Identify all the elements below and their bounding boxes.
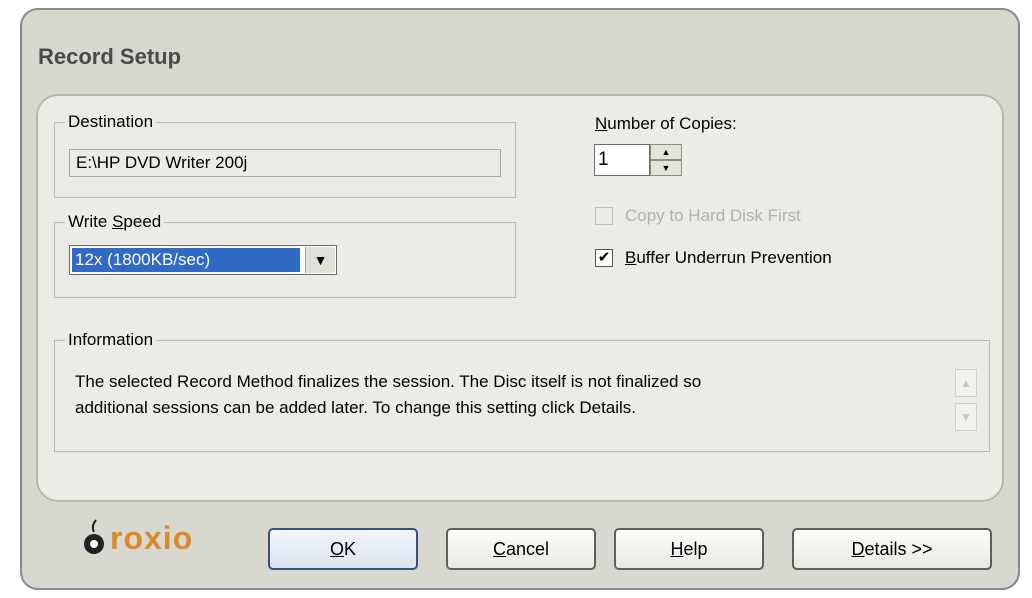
details-button[interactable]: Details >>	[792, 528, 992, 570]
roxio-logo-icon	[84, 519, 104, 554]
copies-label: Number of Copies:	[595, 114, 737, 133]
write-speed-group: Write Speed 12x (1800KB/sec) ▼	[54, 211, 516, 298]
destination-group: Destination E:\HP DVD Writer 200j	[54, 111, 516, 198]
information-line-2: additional sessions can be added later. …	[75, 398, 637, 417]
information-legend: Information	[65, 329, 157, 351]
copy-to-hard-disk-checkbox[interactable]: Copy to Hard Disk First	[595, 206, 801, 226]
destination-field: E:\HP DVD Writer 200j	[69, 149, 501, 177]
write-speed-dropdown[interactable]: 12x (1800KB/sec) ▼	[69, 245, 337, 275]
spin-up-icon[interactable]: ▲	[650, 144, 682, 160]
scroll-up-icon[interactable]: ▲	[955, 369, 977, 397]
information-line-1: The selected Record Method finalizes the…	[75, 372, 702, 391]
copies-input[interactable]: 1	[594, 144, 650, 176]
information-group: Information The selected Record Method f…	[54, 329, 990, 452]
information-text: The selected Record Method finalizes the…	[75, 369, 701, 421]
write-speed-legend: Write Speed	[65, 211, 165, 233]
checkbox-icon	[595, 207, 613, 225]
scroll-down-icon[interactable]: ▼	[955, 403, 977, 431]
help-button[interactable]: Help	[614, 528, 764, 570]
chevron-down-icon[interactable]: ▼	[305, 247, 335, 273]
copies-spinner[interactable]: 1 ▲ ▼	[594, 144, 684, 176]
cancel-button[interactable]: Cancel	[446, 528, 596, 570]
buffer-underrun-label: Buffer Underrun Prevention	[625, 248, 832, 267]
roxio-logo: roxio	[82, 518, 193, 558]
destination-legend: Destination	[65, 111, 157, 133]
write-speed-selected: 12x (1800KB/sec)	[72, 248, 300, 272]
record-setup-dialog: Record Setup Destination E:\HP DVD Write…	[20, 8, 1020, 590]
dialog-title: Record Setup	[38, 44, 182, 69]
checkmark-icon: ✔	[595, 249, 613, 267]
ok-button[interactable]: OK	[268, 528, 418, 570]
settings-panel: Destination E:\HP DVD Writer 200j Write …	[36, 94, 1004, 502]
buffer-underrun-checkbox[interactable]: ✔ Buffer Underrun Prevention	[595, 248, 832, 268]
roxio-logo-text: roxio	[110, 519, 194, 556]
spin-down-icon[interactable]: ▼	[650, 160, 682, 176]
copy-to-hard-disk-label: Copy to Hard Disk First	[625, 206, 801, 225]
